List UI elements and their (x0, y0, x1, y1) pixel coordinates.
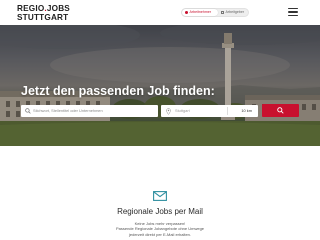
logo-jobs: JOBS (46, 4, 70, 13)
building-icon (221, 11, 224, 14)
mail-icon (153, 191, 167, 201)
search-placeholder: Stichwort, Stellentitel oder Unternehmen (33, 108, 103, 113)
person-icon (185, 11, 188, 14)
hero-section: Jetzt den passenden Job finden: (0, 25, 320, 146)
arbeitgeber-label: Arbeitgeber (225, 10, 245, 14)
regiojobs-logo[interactable]: REGIO.JOBS STUTTGART (17, 4, 97, 22)
newsletter-section: Regionale Jobs per Mail Keine Jobs mehr … (0, 146, 320, 240)
search-input[interactable]: Stichwort, Stellentitel oder Unternehmen (21, 105, 158, 117)
arbeitgeber-toggle[interactable]: Arbeitgeber (218, 9, 249, 16)
newsletter-line: jederzeit direkt per E-Mail erhalten. (128, 231, 192, 237)
radius-select[interactable]: 10 km (241, 105, 252, 117)
newsletter-text: Keine Jobs mehr verpassen! Passende Regi… (0, 221, 320, 237)
location-input[interactable]: Stuttgart 10 km (161, 105, 258, 117)
logo-regio: REGIO (17, 4, 45, 13)
search-icon (277, 107, 284, 114)
field-divider (227, 107, 228, 115)
logo-city: STUTTGART (17, 13, 69, 22)
audience-toggle: Arbeitnehmer Arbeitgeber (181, 8, 249, 17)
hero-title: Jetzt den passenden Job finden: (21, 84, 215, 98)
site-header: REGIO.JOBS STUTTGART Arbeitnehmer Arbeit… (0, 0, 320, 25)
hamburger-menu-icon[interactable] (288, 8, 298, 16)
location-placeholder: Stuttgart (175, 108, 190, 113)
search-icon (25, 108, 31, 114)
newsletter-title: Regionale Jobs per Mail (117, 207, 203, 216)
search-button[interactable] (262, 104, 299, 117)
arbeitnehmer-toggle[interactable]: Arbeitnehmer (182, 9, 218, 16)
arbeitnehmer-label: Arbeitnehmer (189, 10, 212, 14)
location-pin-icon (166, 107, 171, 115)
